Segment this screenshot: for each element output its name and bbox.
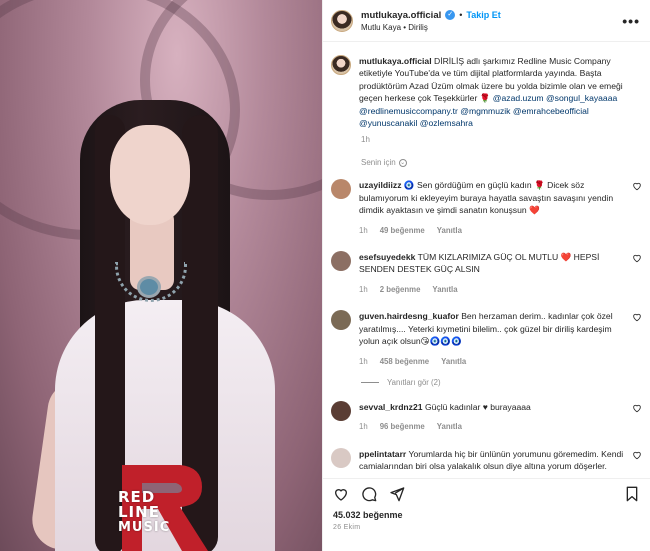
post-video[interactable]: RED LINE MUSIC bbox=[0, 0, 322, 551]
translate-label: Senin için bbox=[361, 158, 396, 168]
logo-line: LINE bbox=[118, 503, 160, 521]
comment-likes[interactable]: 2 beğenme bbox=[380, 284, 421, 296]
heart-icon[interactable] bbox=[632, 253, 642, 263]
comment-avatar[interactable] bbox=[331, 400, 351, 421]
view-replies-button[interactable]: Yanıtları gör (2) bbox=[361, 378, 650, 387]
author-username[interactable]: mutlukaya.official bbox=[361, 10, 441, 21]
comment-avatar[interactable] bbox=[331, 179, 351, 200]
chevron-down-icon: ⌄ bbox=[398, 158, 407, 167]
comment-time: 1h bbox=[359, 356, 368, 366]
face-shape bbox=[110, 125, 190, 225]
pendant-shape bbox=[137, 276, 161, 298]
reply-button[interactable]: Yanıtla bbox=[441, 356, 466, 368]
comment-username[interactable]: esefsuyedekk bbox=[359, 252, 415, 262]
heart-icon[interactable] bbox=[632, 312, 642, 322]
comment-username[interactable]: uzayildiizz bbox=[359, 180, 402, 190]
reply-button[interactable]: Yanıtla bbox=[432, 284, 457, 296]
comment-time: 1h bbox=[359, 422, 368, 432]
comments-scroll[interactable]: mutlukaya.official DİRİLİŞ adlı şarkımız… bbox=[323, 43, 650, 478]
comment-item: guven.hairdesng_kuafor Ben herzaman deri… bbox=[323, 310, 650, 368]
follow-button[interactable]: Takip Et bbox=[466, 10, 500, 20]
comment-avatar[interactable] bbox=[331, 251, 351, 272]
comment-likes[interactable]: 458 beğenme bbox=[380, 356, 429, 368]
comment-item: esefsuyedekk TÜM KIZLARIMIZA GÜÇ OL MUTL… bbox=[323, 251, 650, 296]
comment-username[interactable]: ppelintatarr bbox=[359, 449, 406, 459]
heart-icon[interactable] bbox=[632, 450, 642, 460]
more-icon[interactable]: ••• bbox=[622, 13, 640, 29]
replies-line bbox=[361, 381, 379, 383]
post-date[interactable]: 26 Ekim bbox=[333, 524, 650, 531]
heart-icon[interactable] bbox=[632, 181, 642, 191]
comment-time: 1h bbox=[359, 225, 368, 235]
share-icon[interactable] bbox=[389, 486, 405, 502]
separator-dot: • bbox=[459, 10, 463, 20]
comment-avatar[interactable] bbox=[331, 310, 351, 331]
caption-avatar[interactable] bbox=[331, 55, 351, 75]
comment-item: uzayildiizz 🧿 Sen gördüğüm en güçlü kadı… bbox=[323, 179, 650, 237]
post-actions: 45.032 beğenme 26 Ekim bbox=[323, 478, 650, 551]
reply-button[interactable]: Yanıtla bbox=[437, 225, 462, 237]
translate-toggle[interactable]: Senin için ⌄ bbox=[361, 158, 650, 167]
instagram-post-view: RED LINE MUSIC mutlukaya.official ✓ • Ta… bbox=[0, 0, 650, 551]
caption-username[interactable]: mutlukaya.official bbox=[359, 56, 432, 66]
comment-likes[interactable]: 49 beğenme bbox=[380, 225, 425, 237]
heart-icon[interactable] bbox=[333, 486, 349, 502]
post-panel: mutlukaya.official ✓ • Takip Et Mutlu Ka… bbox=[322, 0, 650, 551]
post-caption: mutlukaya.official DİRİLİŞ adlı şarkımız… bbox=[323, 43, 650, 129]
post-header: mutlukaya.official ✓ • Takip Et Mutlu Ka… bbox=[323, 0, 650, 42]
logo-wordmark: RED LINE MUSIC bbox=[118, 490, 171, 536]
comment-avatar[interactable] bbox=[331, 447, 351, 468]
comment-icon[interactable] bbox=[361, 486, 377, 502]
author-avatar[interactable] bbox=[331, 9, 353, 32]
caption-time: 1h bbox=[361, 135, 370, 145]
logo-line: MUSIC bbox=[118, 520, 171, 535]
likes-count[interactable]: 45.032 beğenme bbox=[333, 510, 650, 520]
comment-item: ppelintatarr Yorumlarda hiç bir ünlünün … bbox=[323, 447, 650, 473]
comment-item: sevval_krdnz21 Güçlü kadınlar ♥ burayaaa… bbox=[323, 400, 650, 434]
verified-icon: ✓ bbox=[445, 10, 456, 20]
comment-likes[interactable]: 96 beğenme bbox=[380, 421, 425, 433]
view-replies-label: Yanıtları gör (2) bbox=[387, 377, 441, 387]
heart-icon[interactable] bbox=[632, 403, 642, 413]
comment-text: Güçlü kadınlar ♥ burayaaaa bbox=[424, 401, 531, 412]
comment-time: 1h bbox=[359, 284, 368, 294]
post-subtitle[interactable]: Mutlu Kaya • Diriliş bbox=[361, 23, 501, 32]
comment-username[interactable]: guven.hairdesng_kuafor bbox=[359, 311, 459, 321]
comment-username[interactable]: sevval_krdnz21 bbox=[359, 402, 423, 412]
reply-button[interactable]: Yanıtla bbox=[437, 421, 462, 433]
bookmark-icon[interactable] bbox=[624, 486, 640, 502]
